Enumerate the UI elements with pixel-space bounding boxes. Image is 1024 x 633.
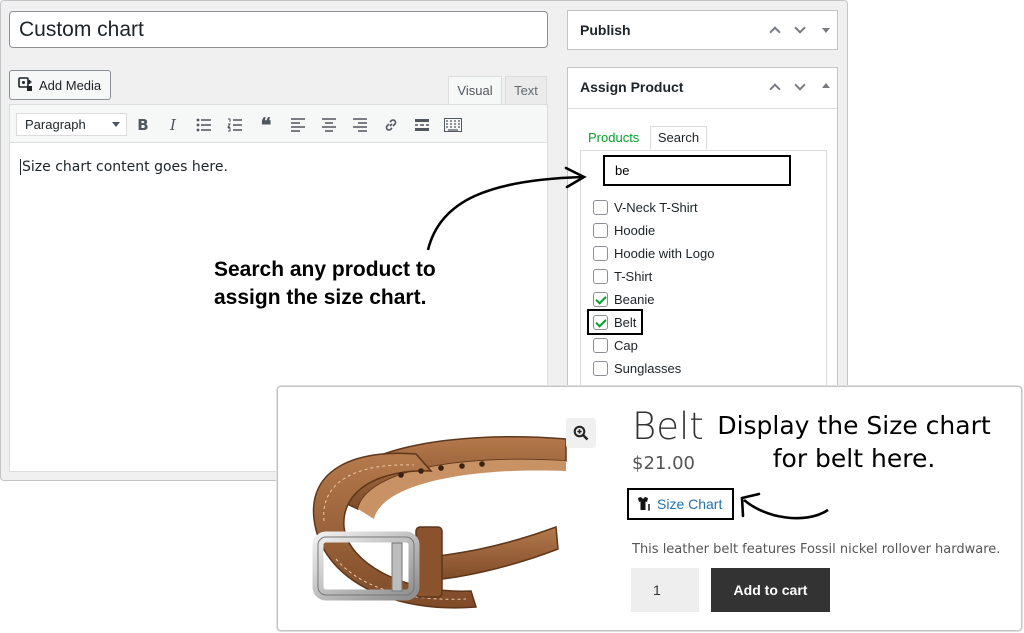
zoom-button[interactable] — [566, 418, 596, 448]
move-down-icon[interactable] — [794, 22, 806, 34]
publish-box: Publish — [567, 10, 838, 50]
tab-visual[interactable]: Visual — [448, 76, 502, 104]
product-list-item[interactable]: T-Shirt — [593, 265, 714, 288]
product-list-item[interactable]: Hoodie — [593, 219, 714, 242]
product-list-label: Hoodie with Logo — [614, 246, 715, 261]
annotation-search-line2: assign the size chart. — [214, 286, 427, 309]
move-up-icon[interactable] — [769, 26, 781, 38]
align-left-icon[interactable] — [287, 114, 309, 136]
add-media-label: Add Media — [39, 77, 102, 93]
product-description: This leather belt features Fossil nickel… — [632, 542, 1001, 557]
product-list-item[interactable]: Belt — [587, 309, 714, 335]
product-list-label: Beanie — [614, 292, 655, 307]
product-title: Belt — [632, 405, 704, 448]
product-list-label: V-Neck T-Shirt — [614, 200, 698, 215]
blockquote-icon[interactable]: ❝ — [255, 113, 277, 137]
read-more-icon[interactable] — [411, 114, 433, 136]
annotation-search: Search any product to assign the size ch… — [214, 256, 436, 312]
search-tab-panel: V-Neck T-Shirt Hoodie Hoodie with Logo T-Sh… — [580, 150, 827, 390]
checkbox[interactable] — [593, 223, 608, 238]
product-list-item[interactable]: Cap — [593, 334, 714, 357]
move-down-icon[interactable] — [794, 79, 806, 91]
toggle-panel-icon[interactable] — [822, 28, 830, 33]
belt-highlight-box — [587, 309, 643, 335]
checkbox-checked[interactable] — [593, 292, 608, 307]
text-cursor — [20, 159, 21, 175]
product-list-item[interactable]: Sunglasses — [593, 357, 714, 380]
tshirt-ruler-icon — [638, 497, 650, 511]
numbered-list-icon[interactable] — [224, 114, 246, 136]
post-title-input[interactable] — [9, 11, 548, 48]
add-media-button[interactable]: Add Media — [9, 70, 111, 100]
checkbox[interactable] — [593, 246, 608, 261]
assign-product-box: Assign Product Products Search V-Neck T-… — [567, 67, 838, 397]
bullet-list-icon[interactable] — [193, 114, 215, 136]
quantity-input[interactable]: 1 — [631, 568, 699, 612]
annotation-search-line1: Search any product to — [214, 258, 436, 281]
tab-search[interactable]: Search — [650, 126, 707, 150]
annotation-display: Display the Size chart for belt here. — [716, 409, 992, 475]
zoom-in-icon — [573, 425, 589, 441]
product-list-item[interactable]: V-Neck T-Shirt — [593, 196, 714, 219]
checkbox[interactable] — [593, 200, 608, 215]
italic-icon[interactable]: I — [162, 114, 184, 136]
tab-products[interactable]: Products — [588, 130, 639, 145]
size-chart-link[interactable]: Size Chart — [627, 488, 734, 520]
editor-content-text: Size chart content goes here. — [22, 159, 228, 175]
editor-toolbar: Paragraph B I ❝ — [10, 105, 547, 143]
toggle-panel-icon[interactable] — [822, 83, 830, 88]
product-list-label: Cap — [614, 338, 638, 353]
checkbox[interactable] — [593, 361, 608, 376]
publish-box-title: Publish — [580, 22, 631, 38]
format-select-value: Paragraph — [25, 117, 86, 132]
belt-product-image — [312, 436, 567, 609]
product-list-item[interactable]: Beanie — [593, 288, 714, 311]
add-media-icon — [18, 77, 32, 91]
assign-product-title: Assign Product — [580, 79, 684, 95]
add-to-cart-button[interactable]: Add to cart — [711, 568, 830, 612]
product-list-label: T-Shirt — [614, 269, 653, 284]
move-up-icon[interactable] — [769, 83, 781, 95]
size-chart-label: Size Chart — [657, 496, 723, 512]
checkbox[interactable] — [593, 338, 608, 353]
chevron-down-icon — [112, 122, 120, 127]
tab-text[interactable]: Text — [505, 76, 547, 104]
toolbar-toggle-icon[interactable] — [442, 114, 464, 136]
bold-icon[interactable]: B — [132, 114, 154, 136]
annotation-display-line1: Display the Size chart — [717, 411, 991, 440]
screenshot-stage: Add Media Visual Text Paragraph B I ❝ — [0, 0, 1024, 633]
link-icon[interactable] — [380, 114, 402, 136]
product-list-label: Sunglasses — [614, 361, 682, 376]
format-select[interactable]: Paragraph — [16, 113, 127, 136]
product-list-item[interactable]: Hoodie with Logo — [593, 242, 714, 265]
product-price: $21.00 — [632, 453, 695, 474]
annotation-display-line2: for belt here. — [772, 444, 936, 473]
product-search-input[interactable] — [603, 155, 791, 186]
align-center-icon[interactable] — [318, 114, 340, 136]
checkbox[interactable] — [593, 269, 608, 284]
product-checklist: V-Neck T-Shirt Hoodie Hoodie with Logo T-Sh… — [587, 196, 714, 380]
product-list-label: Hoodie — [614, 223, 656, 238]
align-right-icon[interactable] — [349, 114, 371, 136]
box-divider — [568, 108, 837, 109]
editor-content[interactable]: Size chart content goes here. — [20, 159, 228, 175]
